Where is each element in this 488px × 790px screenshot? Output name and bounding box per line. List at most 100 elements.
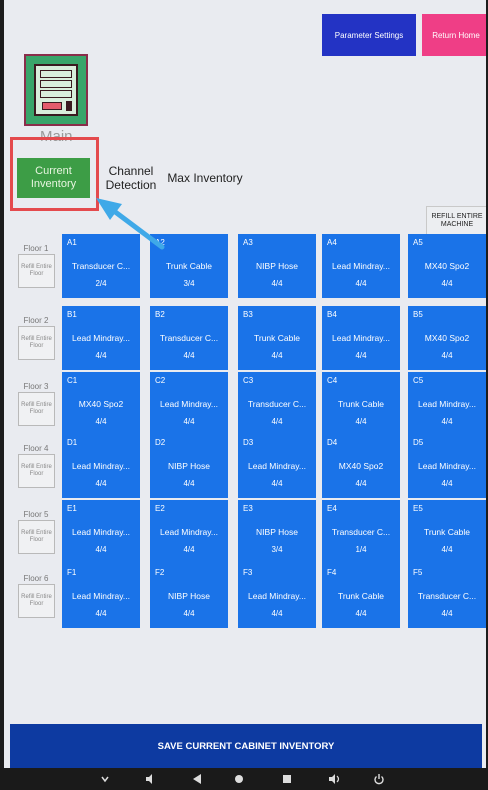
cell-product-name: Trunk Cable (338, 399, 384, 409)
cell-product-name: Transducer C... (331, 527, 391, 537)
floor-label: Floor 5 (23, 510, 49, 519)
inventory-cell[interactable]: F2 NIBP Hose 4/4 (150, 564, 228, 628)
refill-floor-button[interactable]: Refill Entire Floor (18, 454, 55, 488)
refill-floor-button[interactable]: Refill Entire Floor (18, 326, 55, 360)
refill-floor-button[interactable]: Refill Entire Floor (18, 584, 55, 618)
cell-product-name: Trunk Cable (254, 333, 300, 343)
cell-id: D4 (327, 438, 338, 447)
tab-max-inventory[interactable]: Max Inventory (162, 162, 248, 196)
volume-down-icon[interactable] (142, 770, 160, 788)
inventory-cell[interactable]: A3 NIBP Hose 4/4 (238, 234, 316, 298)
inventory-cell[interactable]: F4 Trunk Cable 4/4 (322, 564, 400, 628)
inventory-cell[interactable]: E1 Lead Mindray... 4/4 (62, 500, 140, 564)
inventory-cell[interactable]: C5 Lead Mindray... 4/4 (408, 372, 486, 436)
cell-stock-count: 4/4 (441, 479, 453, 488)
floor-label: Floor 4 (23, 444, 49, 453)
inventory-cell[interactable]: F5 Transducer C... 4/4 (408, 564, 486, 628)
inventory-cell[interactable]: A5 MX40 Spo2 4/4 (408, 234, 486, 298)
volume-up-icon[interactable] (326, 770, 344, 788)
back-icon[interactable] (188, 770, 206, 788)
inventory-cell[interactable]: F1 Lead Mindray... 4/4 (62, 564, 140, 628)
floor-label: Floor 6 (23, 574, 49, 583)
inventory-cell[interactable]: E3 NIBP Hose 3/4 (238, 500, 316, 564)
inventory-cell[interactable]: C2 Lead Mindray... 4/4 (150, 372, 228, 436)
cell-id: D5 (413, 438, 424, 447)
cell-id: D2 (155, 438, 166, 447)
cell-stock-count: 4/4 (441, 545, 453, 554)
cell-id: A5 (413, 238, 423, 247)
inventory-cell[interactable]: C3 Transducer C... 4/4 (238, 372, 316, 436)
cell-stock-count: 4/4 (441, 417, 453, 426)
power-icon[interactable] (370, 770, 388, 788)
inventory-cell[interactable]: B1 Lead Mindray... 4/4 (62, 306, 140, 370)
cell-id: E3 (243, 504, 253, 513)
cell-product-name: Transducer C... (417, 591, 477, 601)
refill-floor-button[interactable]: Refill Entire Floor (18, 254, 55, 288)
cell-product-name: Lead Mindray... (72, 333, 130, 343)
floor-label: Floor 2 (23, 316, 49, 325)
cell-product-name: Lead Mindray... (332, 333, 390, 343)
parameter-settings-button[interactable]: Parameter Settings (322, 14, 416, 56)
cell-product-name: Transducer C... (71, 261, 131, 271)
cell-id: F3 (243, 568, 253, 577)
cell-product-name: Trunk Cable (166, 261, 212, 271)
inventory-cell[interactable]: E5 Trunk Cable 4/4 (408, 500, 486, 564)
cell-id: B2 (155, 310, 165, 319)
cell-id: A2 (155, 238, 165, 247)
cell-product-name: Lead Mindray... (160, 527, 218, 537)
inventory-cell[interactable]: D4 MX40 Spo2 4/4 (322, 434, 400, 498)
inventory-cell[interactable]: B4 Lead Mindray... 4/4 (322, 306, 400, 370)
inventory-cell[interactable]: A4 Lead Mindray... 4/4 (322, 234, 400, 298)
inventory-cell[interactable]: C4 Trunk Cable 4/4 (322, 372, 400, 436)
tab-channel-detection[interactable]: Channel Detection (103, 162, 159, 196)
system-nav-bar (0, 768, 488, 790)
cell-stock-count: 4/4 (355, 279, 367, 288)
inventory-cell[interactable]: B2 Transducer C... 4/4 (150, 306, 228, 370)
inventory-cell[interactable]: E2 Lead Mindray... 4/4 (150, 500, 228, 564)
inventory-cell[interactable]: B3 Trunk Cable 4/4 (238, 306, 316, 370)
cell-product-name: NIBP Hose (168, 461, 210, 471)
cell-id: C3 (243, 376, 254, 385)
cell-stock-count: 4/4 (355, 609, 367, 618)
inventory-cell[interactable]: D3 Lead Mindray... 4/4 (238, 434, 316, 498)
tab-current-inventory[interactable]: Current Inventory (17, 158, 90, 198)
save-inventory-button[interactable]: SAVE CURRENT CABINET INVENTORY (10, 724, 482, 768)
cell-id: F2 (155, 568, 165, 577)
return-home-button[interactable]: Return Home (422, 14, 486, 56)
cell-product-name: NIBP Hose (256, 527, 298, 537)
cell-stock-count: 4/4 (95, 479, 107, 488)
inventory-cell[interactable]: D2 NIBP Hose 4/4 (150, 434, 228, 498)
refill-floor-button[interactable]: Refill Entire Floor (18, 392, 55, 426)
cell-stock-count: 4/4 (183, 479, 195, 488)
app-screen: Parameter Settings Return Home Main Curr… (4, 0, 486, 768)
inventory-cell[interactable]: F3 Lead Mindray... 4/4 (238, 564, 316, 628)
refill-entire-machine-button[interactable]: REFILL ENTIRE MACHINE (426, 206, 486, 236)
cell-stock-count: 4/4 (95, 545, 107, 554)
cell-stock-count: 4/4 (271, 417, 283, 426)
chevron-down-icon[interactable] (96, 770, 114, 788)
cell-id: E1 (67, 504, 77, 513)
cell-id: C4 (327, 376, 338, 385)
inventory-cell[interactable]: A1 Transducer C... 2/4 (62, 234, 140, 298)
inventory-cell[interactable]: A2 Trunk Cable 3/4 (150, 234, 228, 298)
inventory-cell[interactable]: C1 MX40 Spo2 4/4 (62, 372, 140, 436)
cell-product-name: Lead Mindray... (418, 461, 476, 471)
recents-icon[interactable] (278, 770, 296, 788)
home-icon[interactable] (230, 770, 248, 788)
cell-id: A4 (327, 238, 337, 247)
inventory-cell[interactable]: E4 Transducer C... 1/4 (322, 500, 400, 564)
cell-product-name: Trunk Cable (424, 527, 470, 537)
cell-stock-count: 4/4 (95, 351, 107, 360)
cell-id: C5 (413, 376, 424, 385)
cell-product-name: NIBP Hose (256, 261, 298, 271)
inventory-cell[interactable]: D5 Lead Mindray... 4/4 (408, 434, 486, 498)
refill-floor-button[interactable]: Refill Entire Floor (18, 520, 55, 554)
cell-id: C1 (67, 376, 78, 385)
inventory-cell[interactable]: D1 Lead Mindray... 4/4 (62, 434, 140, 498)
inventory-cell[interactable]: B5 MX40 Spo2 4/4 (408, 306, 486, 370)
cell-id: F1 (67, 568, 77, 577)
cell-product-name: Lead Mindray... (248, 591, 306, 601)
cell-product-name: Lead Mindray... (332, 261, 390, 271)
cell-stock-count: 3/4 (271, 545, 283, 554)
cell-id: E2 (155, 504, 165, 513)
